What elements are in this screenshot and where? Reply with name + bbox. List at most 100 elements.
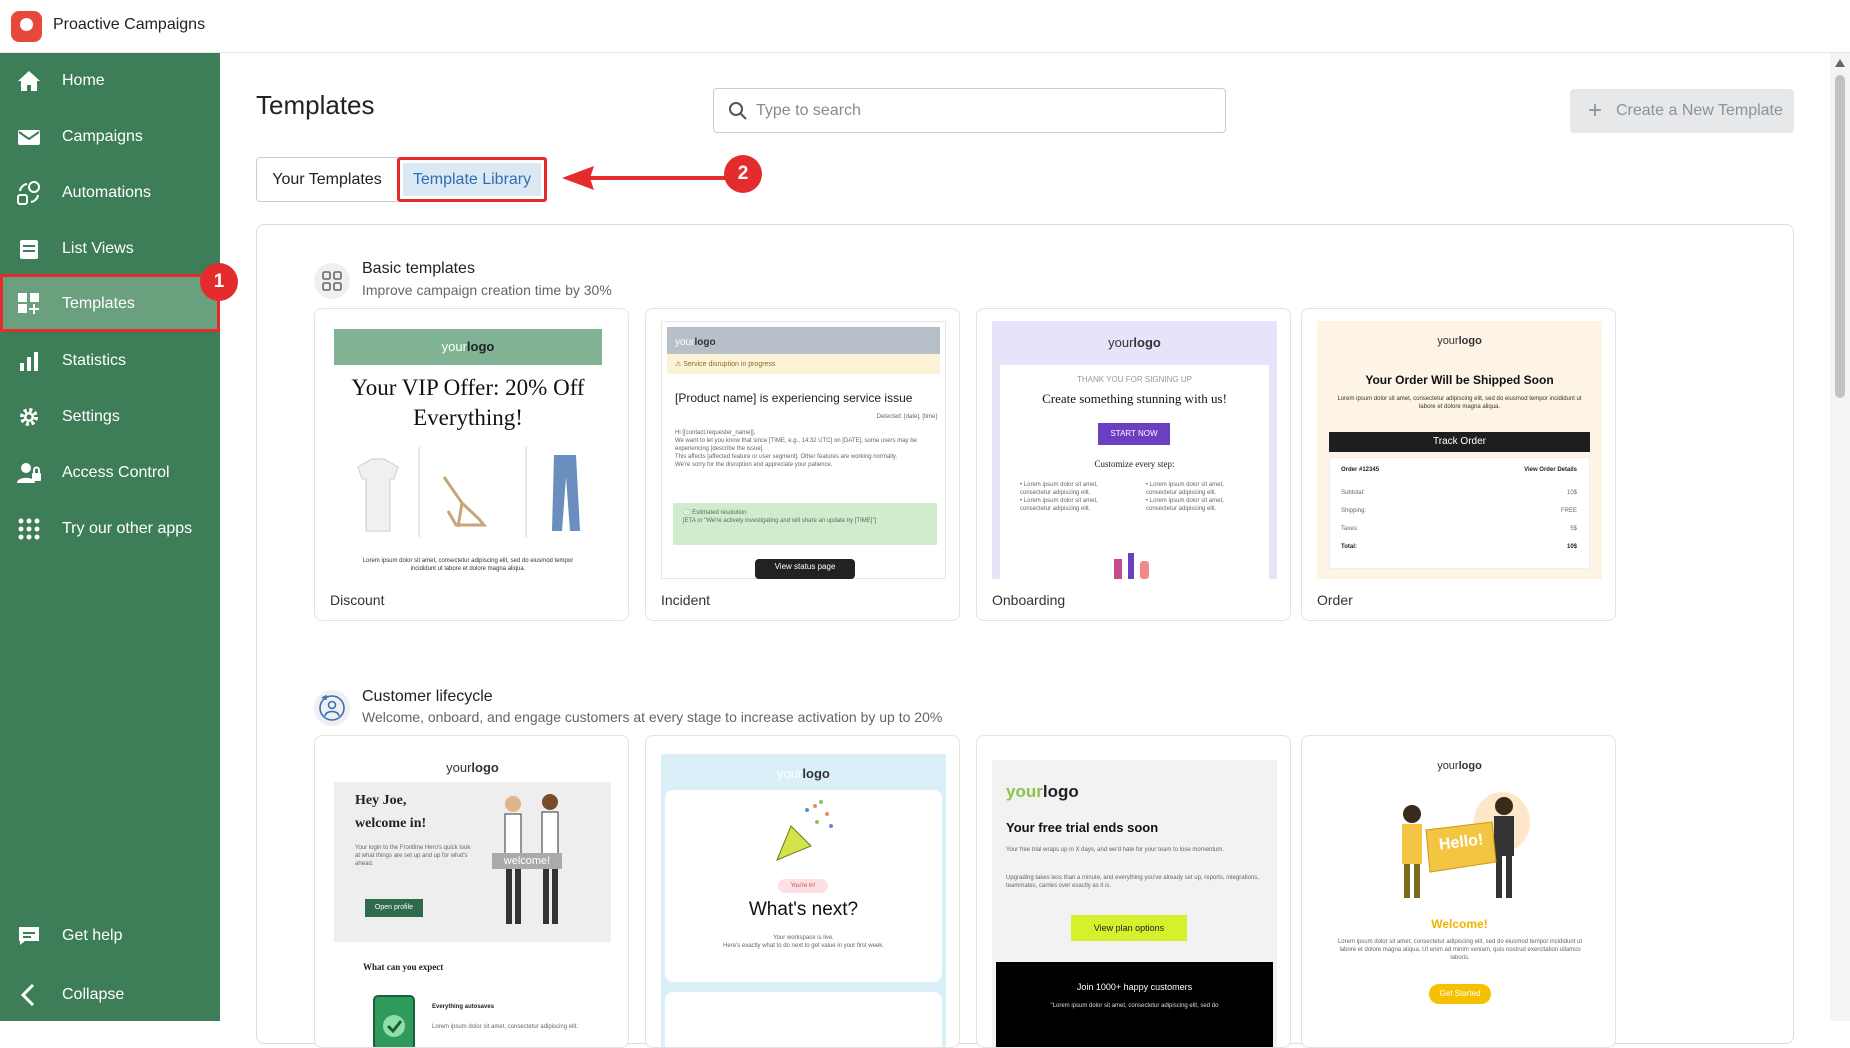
scroll-up-icon <box>1835 59 1845 67</box>
preview-body: Your workspace is live. Here's exactly w… <box>723 935 884 949</box>
preview-button: View status page <box>755 559 855 579</box>
template-card-welcome[interactable]: yourlogo Hey Joe, welcome in! Your login… <box>314 735 629 1048</box>
automation-icon <box>17 181 40 205</box>
preview-logo: yourlogo <box>1437 760 1482 772</box>
template-preview: yourlogo ⚠ Service disruption in progres… <box>661 321 946 579</box>
preview-order-row: Total: 10$ <box>1341 544 1577 550</box>
search-box[interactable] <box>713 88 1226 133</box>
preview-alert: ⚠ Service disruption in progress <box>667 354 940 374</box>
product-images <box>357 447 580 537</box>
annotation-arrow <box>562 166 732 190</box>
preview-order-no: Order #12345 <box>1341 467 1380 473</box>
lifecycle-icon <box>314 690 350 726</box>
preview-heading: What's next? <box>748 899 859 920</box>
sidebar: Home Campaigns Automations List Views Te… <box>0 53 220 1021</box>
template-card-incident[interactable]: yourlogo ⚠ Service disruption in progres… <box>645 308 960 621</box>
party-popper-icon <box>776 800 833 861</box>
sidebar-item-label: List Views <box>62 240 134 257</box>
template-card-onboarding[interactable]: yourlogo THANK YOU FOR SIGNING UP Create… <box>976 308 1291 621</box>
preview-button: Track Order <box>1329 432 1590 452</box>
sidebar-item-campaigns[interactable]: Campaigns <box>0 109 220 165</box>
tab-your-templates[interactable]: Your Templates <box>256 157 397 202</box>
app-title: Proactive Campaigns <box>53 16 206 33</box>
sidebar-item-label: Automations <box>62 184 151 201</box>
create-template-label: Create a New Template <box>1616 102 1783 119</box>
sidebar-item-other-apps[interactable]: Try our other apps <box>0 501 220 557</box>
preview-heading: Welcome! <box>1431 917 1488 931</box>
template-card-discount[interactable]: yourlogo Your VIP Offer: 20% Off Everyth… <box>314 308 629 621</box>
template-name: Order <box>1317 592 1353 608</box>
preview-sub: What can you expect <box>363 962 444 972</box>
preview-logo: yourlogo <box>777 766 830 781</box>
templates-icon <box>18 293 39 314</box>
sidebar-item-list-views[interactable]: List Views <box>0 221 220 277</box>
sidebar-item-get-help[interactable]: Get help <box>0 908 220 964</box>
preview-button: Open profile <box>365 899 423 917</box>
sidebar-item-settings[interactable]: Settings <box>0 389 220 445</box>
preview-order-row: Subtotal: 10$ <box>1341 490 1577 496</box>
phone-illustration <box>373 995 415 1047</box>
help-chat-icon <box>19 927 39 945</box>
preview-heading: Hey Joe, <box>355 793 407 808</box>
preview-heading: welcome in! <box>355 816 427 831</box>
preview-footer: Join 1000+ happy customers <box>1076 982 1193 992</box>
scrollbar-thumb[interactable] <box>1835 75 1845 398</box>
template-card-hello[interactable]: yourlogo Hello! Welcome! Lorem ipsum dol… <box>1301 735 1616 1048</box>
preview-order-link: View Order Details <box>1524 467 1577 473</box>
create-template-button[interactable]: + Create a New Template <box>1570 89 1794 133</box>
annotation-badge-2: 2 <box>724 155 762 193</box>
template-preview: yourlogo Your free trial ends soon Your … <box>992 760 1277 1047</box>
tab-template-library[interactable]: Template Library <box>397 157 547 202</box>
sidebar-item-statistics[interactable]: Statistics <box>0 333 220 389</box>
preview-logo-bar: yourlogo <box>334 329 602 365</box>
home-icon <box>18 71 40 91</box>
chevron-left-icon <box>20 983 35 1007</box>
sidebar-collapse[interactable]: Collapse <box>0 967 220 1023</box>
preview-order-row: Shipping: FREE <box>1341 508 1577 514</box>
preview-heading: Your VIP Offer: 20% Off Everything! <box>351 375 585 430</box>
sidebar-item-home[interactable]: Home <box>0 53 220 109</box>
preview-logo: yourlogo <box>446 760 499 775</box>
preview-feature-text: Lorem ipsum dolor sit amet, consectetur … <box>432 1024 579 1030</box>
template-card-free-trial[interactable]: yourlogo Your free trial ends soon Your … <box>976 735 1291 1048</box>
preview-body: Lorem ipsum dolor sit amet, consectetur … <box>362 558 574 572</box>
preview-button: START NOW <box>1098 423 1170 445</box>
preview-heading: [Product name] is experiencing service i… <box>675 391 913 405</box>
preview-sign: welcome! <box>492 853 562 869</box>
section-subtitle: Improve campaign creation time by 30% <box>362 282 612 298</box>
user-lock-icon <box>17 463 41 483</box>
preview-detected: Detected: [date], [time] <box>876 414 937 420</box>
preview-bullet: • Lorem ipsum dolor sit amet, consectetu… <box>1146 482 1224 512</box>
preview-logo: yourlogo <box>1437 335 1482 347</box>
gear-icon <box>20 408 38 426</box>
sidebar-item-label: Home <box>62 72 105 89</box>
template-name: Onboarding <box>992 592 1066 608</box>
sidebar-item-label: Access Control <box>62 464 170 481</box>
sidebar-item-label: Statistics <box>62 352 127 369</box>
preview-body: Upgrading takes less than a minute, and … <box>1006 875 1259 889</box>
preview-order-row: Taxes: 5$ <box>1341 526 1577 532</box>
section-title: Basic templates <box>362 260 475 277</box>
list-icon <box>20 240 38 259</box>
preview-footer-sub: "Lorem ipsum dolor sit amet, consectetur… <box>1050 1003 1219 1009</box>
template-card-whats-next[interactable]: yourlogo You're in! What's next? Your wo… <box>645 735 960 1048</box>
template-name: Discount <box>330 592 385 608</box>
tools-illustration <box>1114 553 1149 579</box>
template-preview: yourlogo Hello! Welcome! Lorem ipsum dol… <box>1317 748 1602 1047</box>
bar-chart-icon <box>20 352 38 371</box>
search-input[interactable] <box>756 99 1206 123</box>
preview-pill: You're in! <box>778 879 828 893</box>
plus-icon: + <box>1588 97 1603 124</box>
sidebar-item-automations[interactable]: Automations <box>0 165 220 221</box>
template-card-order[interactable]: yourlogo Your Order Will be Shipped Soon… <box>1301 308 1616 621</box>
sidebar-item-label: Collapse <box>62 986 125 1003</box>
app-logo <box>11 11 42 42</box>
preview-logo: yourlogo <box>1006 782 1079 801</box>
search-icon <box>729 102 747 120</box>
preview-logo: yourlogo <box>1108 335 1161 350</box>
sidebar-item-access-control[interactable]: Access Control <box>0 445 220 501</box>
sidebar-item-templates[interactable]: Templates <box>0 274 220 332</box>
envelope-icon <box>18 130 40 145</box>
apps-grid-icon <box>18 518 40 540</box>
grid-icon <box>314 263 350 299</box>
